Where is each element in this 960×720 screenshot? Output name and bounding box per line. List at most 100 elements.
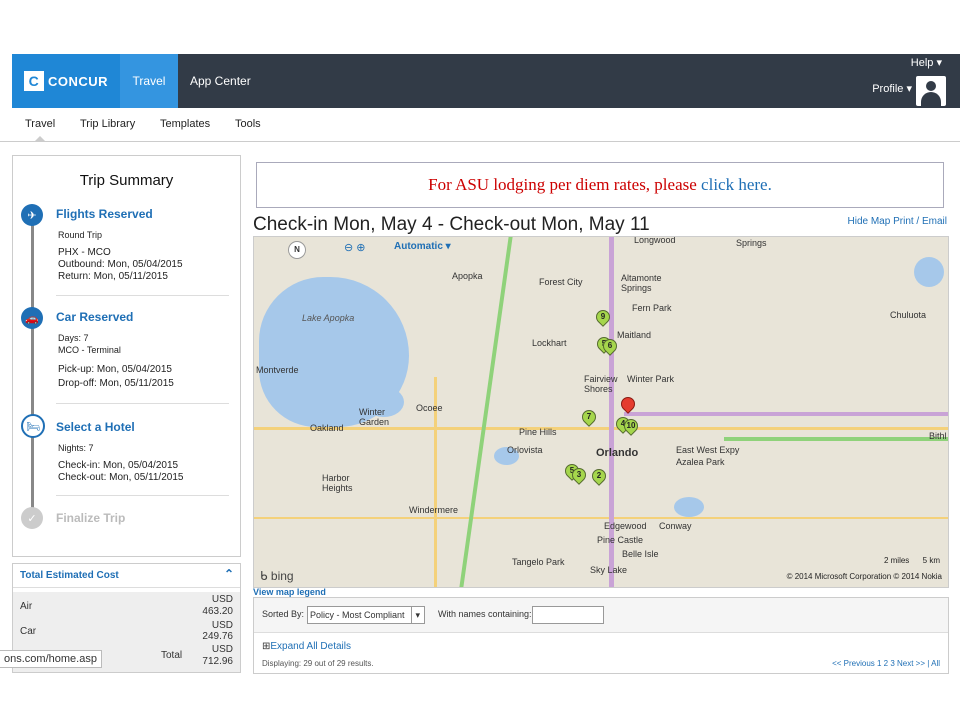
hotel-pin[interactable]: 3 (569, 465, 589, 485)
subnav-tools[interactable]: Tools (235, 118, 261, 130)
chevron-up-icon[interactable]: ⌃ (224, 567, 234, 581)
map-copyright: © 2014 Microsoft Corporation © 2014 Noki… (786, 572, 942, 581)
caret-down-icon: ▾ (936, 57, 942, 69)
zoom-in-icon[interactable]: ⊕ (356, 242, 365, 254)
cost-row-car: Car USD 249.76 (13, 620, 240, 644)
hotel-nights: Nights: 7 (58, 443, 94, 453)
turnpike (459, 237, 513, 587)
displaying-count: Displaying: 29 out of 29 results. (262, 659, 374, 668)
view-map-legend-link[interactable]: View map legend (253, 587, 326, 597)
cost-amount: 712.96 (202, 656, 233, 667)
lake (914, 257, 944, 287)
expand-all-details[interactable]: ⊞Expand All Details (262, 641, 351, 652)
bing-logo: ᑲ bing (260, 569, 294, 583)
results-panel: Sorted By: Policy - Most Compliant ▾ With… (253, 597, 949, 674)
place-label: Edgewood (604, 521, 647, 531)
cost-label: Car (20, 626, 37, 637)
place-label: Montverde (256, 365, 299, 375)
expand-label: Expand All Details (270, 641, 351, 652)
sorted-by-label: Sorted By: (262, 609, 305, 619)
place-label: Conway (659, 521, 692, 531)
place-label: Winter Garden (359, 407, 390, 427)
check-icon: ✓ (21, 507, 43, 529)
divider (56, 495, 229, 496)
road (254, 517, 948, 519)
highway (624, 412, 948, 416)
top-bar: C CONCUR Travel App Center Help ▾ Profil… (12, 54, 960, 108)
checkin-heading: Check-in Mon, May 4 - Check-out Mon, May… (253, 214, 650, 235)
map-mode-select[interactable]: Automatic ▾ (394, 241, 451, 252)
banner-text: For ASU lodging per diem rates, please (428, 175, 702, 194)
cost-label: Total (161, 650, 183, 661)
hotel-map[interactable]: N ⊖ ⊕ Automatic ▾ Longwood Springs Apopk… (253, 236, 949, 588)
print-email-link[interactable]: Print / Email (893, 216, 947, 227)
place-label: Tangelo Park (512, 557, 565, 567)
place-label: Pine Castle (597, 535, 644, 545)
place-label: Orlovista (507, 445, 543, 455)
place-label: Lockhart (532, 338, 567, 348)
expressway (724, 437, 948, 441)
zoom-controls[interactable]: ⊖ ⊕ (344, 241, 366, 254)
map-links: Hide Map Print / Email (848, 216, 948, 227)
subnav-templates[interactable]: Templates (160, 118, 210, 130)
road (254, 427, 948, 430)
pin-label: 10 (626, 421, 636, 430)
divider (56, 403, 229, 404)
hotel-pin[interactable]: 7 (579, 407, 599, 427)
trip-summary-panel: Trip Summary ✈ Flights Reserved Round Tr… (12, 155, 241, 557)
hotel-pin[interactable]: 2 (589, 466, 609, 486)
pin-label: 3 (576, 470, 582, 479)
place-label: Apopka (452, 271, 483, 281)
concur-logo[interactable]: C CONCUR (12, 54, 120, 108)
sort-select[interactable]: Policy - Most Compliant ▾ (307, 606, 425, 624)
airplane-icon: ✈ (21, 204, 43, 226)
car-dropoff: Drop-off: Mon, 05/11/2015 (58, 378, 174, 389)
hotel-title[interactable]: Select a Hotel (56, 420, 135, 434)
nav-app-center[interactable]: App Center (182, 54, 259, 108)
place-label: Bithl (929, 431, 947, 441)
subnav-travel[interactable]: Travel (25, 118, 55, 130)
place-label: Fern Park (632, 303, 672, 313)
place-label: Azalea Park (676, 457, 725, 467)
scale-miles: 2 miles (883, 556, 910, 565)
profile-label: Profile (872, 83, 904, 95)
help-menu[interactable]: Help ▾ (911, 56, 942, 69)
pagination[interactable]: << Previous 1 2 3 Next >> | All (832, 659, 940, 668)
destination-pin[interactable] (618, 394, 638, 414)
hide-map-link[interactable]: Hide Map (848, 216, 891, 227)
bed-icon: 🛏 (21, 414, 45, 438)
caret-down-icon: ▾ (906, 83, 912, 95)
total-cost-header[interactable]: Total Estimated Cost ⌃ (13, 564, 240, 588)
profile-menu[interactable]: Profile ▾ (872, 82, 912, 95)
sub-navigation: Travel Trip Library Templates Tools (0, 108, 960, 142)
total-cost-title: Total Estimated Cost (20, 570, 119, 581)
car-icon: 🚗 (21, 307, 43, 329)
place-label: Oakland (310, 423, 344, 433)
avatar-icon[interactable] (916, 76, 946, 106)
hotel-checkin: Check-in: Mon, 05/04/2015 (58, 460, 179, 471)
flights-title[interactable]: Flights Reserved (56, 207, 153, 221)
hotel-pin[interactable]: 10 (621, 416, 641, 436)
flight-type: Round Trip (58, 230, 103, 240)
place-label: Forest City (539, 277, 583, 287)
car-title[interactable]: Car Reserved (56, 310, 133, 324)
zoom-out-icon[interactable]: ⊖ (344, 242, 353, 254)
compass-icon[interactable]: N (288, 241, 306, 259)
pin-label: 9 (600, 312, 606, 321)
help-label: Help (910, 57, 934, 69)
subnav-trip-library[interactable]: Trip Library (80, 118, 135, 130)
hotel-checkout: Check-out: Mon, 05/11/2015 (58, 472, 184, 483)
name-filter-input[interactable] (532, 606, 604, 624)
pin-label: 2 (596, 471, 602, 480)
banner-link[interactable]: click here. (701, 175, 772, 194)
timeline-line (31, 216, 34, 516)
place-label: East West Expy (676, 445, 740, 455)
trip-summary-title: Trip Summary (79, 172, 174, 189)
bing-icon: ᑲ (260, 569, 268, 583)
place-label: Harbor Heights (322, 473, 353, 493)
cost-currency: USD (211, 620, 233, 631)
status-bar-url: ons.com/home.asp (0, 650, 102, 668)
nav-travel[interactable]: Travel (120, 54, 178, 108)
logo-text: CONCUR (47, 73, 109, 89)
place-label: Ocoee (416, 403, 443, 413)
